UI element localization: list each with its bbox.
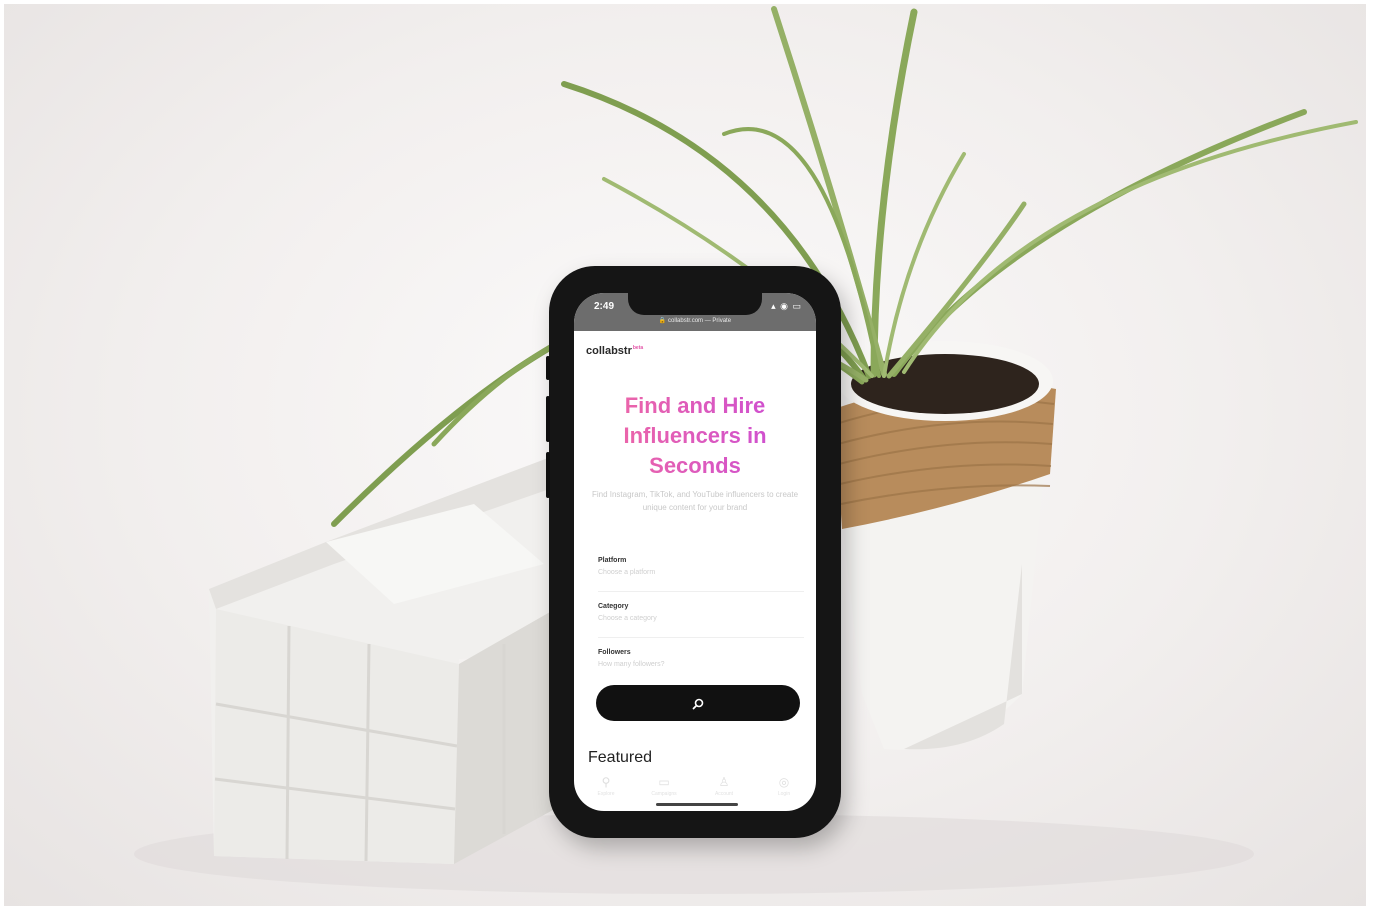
tab-explore-label: Explore xyxy=(597,791,615,797)
volume-down-button xyxy=(546,452,550,498)
tab-account[interactable]: ♙ Account xyxy=(704,775,744,797)
featured-heading: Featured xyxy=(588,749,653,766)
tab-login-label: Login xyxy=(777,791,791,797)
signal-wifi-battery-icon: ▴ ◉ ▭ xyxy=(771,301,802,311)
followers-placeholder: How many followers? xyxy=(598,661,665,668)
search-button[interactable] xyxy=(596,685,800,721)
tab-explore[interactable]: ⚲ Explore xyxy=(586,775,626,797)
home-indicator xyxy=(656,803,738,806)
briefcase-icon: ▭ xyxy=(658,775,670,789)
notch xyxy=(628,293,762,315)
tab-campaigns[interactable]: ▭ Campaigns xyxy=(644,775,684,797)
status-time: 2:49 xyxy=(594,301,615,312)
woven-basket xyxy=(209,452,564,864)
search-icon xyxy=(692,698,704,710)
brand-name: collabstr xyxy=(586,345,632,357)
tab-campaigns-label: Campaigns xyxy=(651,791,677,797)
person-icon: ♙ xyxy=(718,775,730,789)
status-bar: 2:49 ▴ ◉ ▭ 🔒 collabstr.com — Private xyxy=(574,293,816,331)
globe-icon: ◎ xyxy=(778,775,790,789)
brand-logo[interactable]: collabstrbeta xyxy=(586,345,643,357)
platform-field[interactable]: Platform Choose a platform xyxy=(598,557,804,592)
platform-label: Platform xyxy=(598,557,627,564)
flower-pot xyxy=(834,341,1056,750)
photo: 2:49 ▴ ◉ ▭ 🔒 collabstr.com — Private col… xyxy=(4,4,1366,906)
followers-field[interactable]: Followers How many followers? xyxy=(598,649,804,683)
phone-screen: 2:49 ▴ ◉ ▭ 🔒 collabstr.com — Private col… xyxy=(574,293,816,811)
category-field[interactable]: Category Choose a category xyxy=(598,603,804,638)
mute-switch xyxy=(546,356,550,380)
category-placeholder: Choose a category xyxy=(598,615,657,622)
smartphone: 2:49 ▴ ◉ ▭ 🔒 collabstr.com — Private col… xyxy=(546,266,841,838)
search-icon: ⚲ xyxy=(601,775,611,789)
tab-login[interactable]: ◎ Login xyxy=(764,775,804,797)
volume-up-button xyxy=(546,396,550,442)
tab-account-label: Account xyxy=(714,791,734,797)
category-label: Category xyxy=(598,603,629,610)
platform-placeholder: Choose a platform xyxy=(598,569,656,576)
url-bar[interactable]: 🔒 collabstr.com — Private xyxy=(574,317,816,324)
hero-subheadline: Find Instagram, TikTok, and YouTube infl… xyxy=(591,490,799,512)
hero-headline: Find and Hire Influencers in Seconds xyxy=(584,391,806,481)
brand-badge: beta xyxy=(632,345,644,352)
followers-label: Followers xyxy=(598,649,631,656)
